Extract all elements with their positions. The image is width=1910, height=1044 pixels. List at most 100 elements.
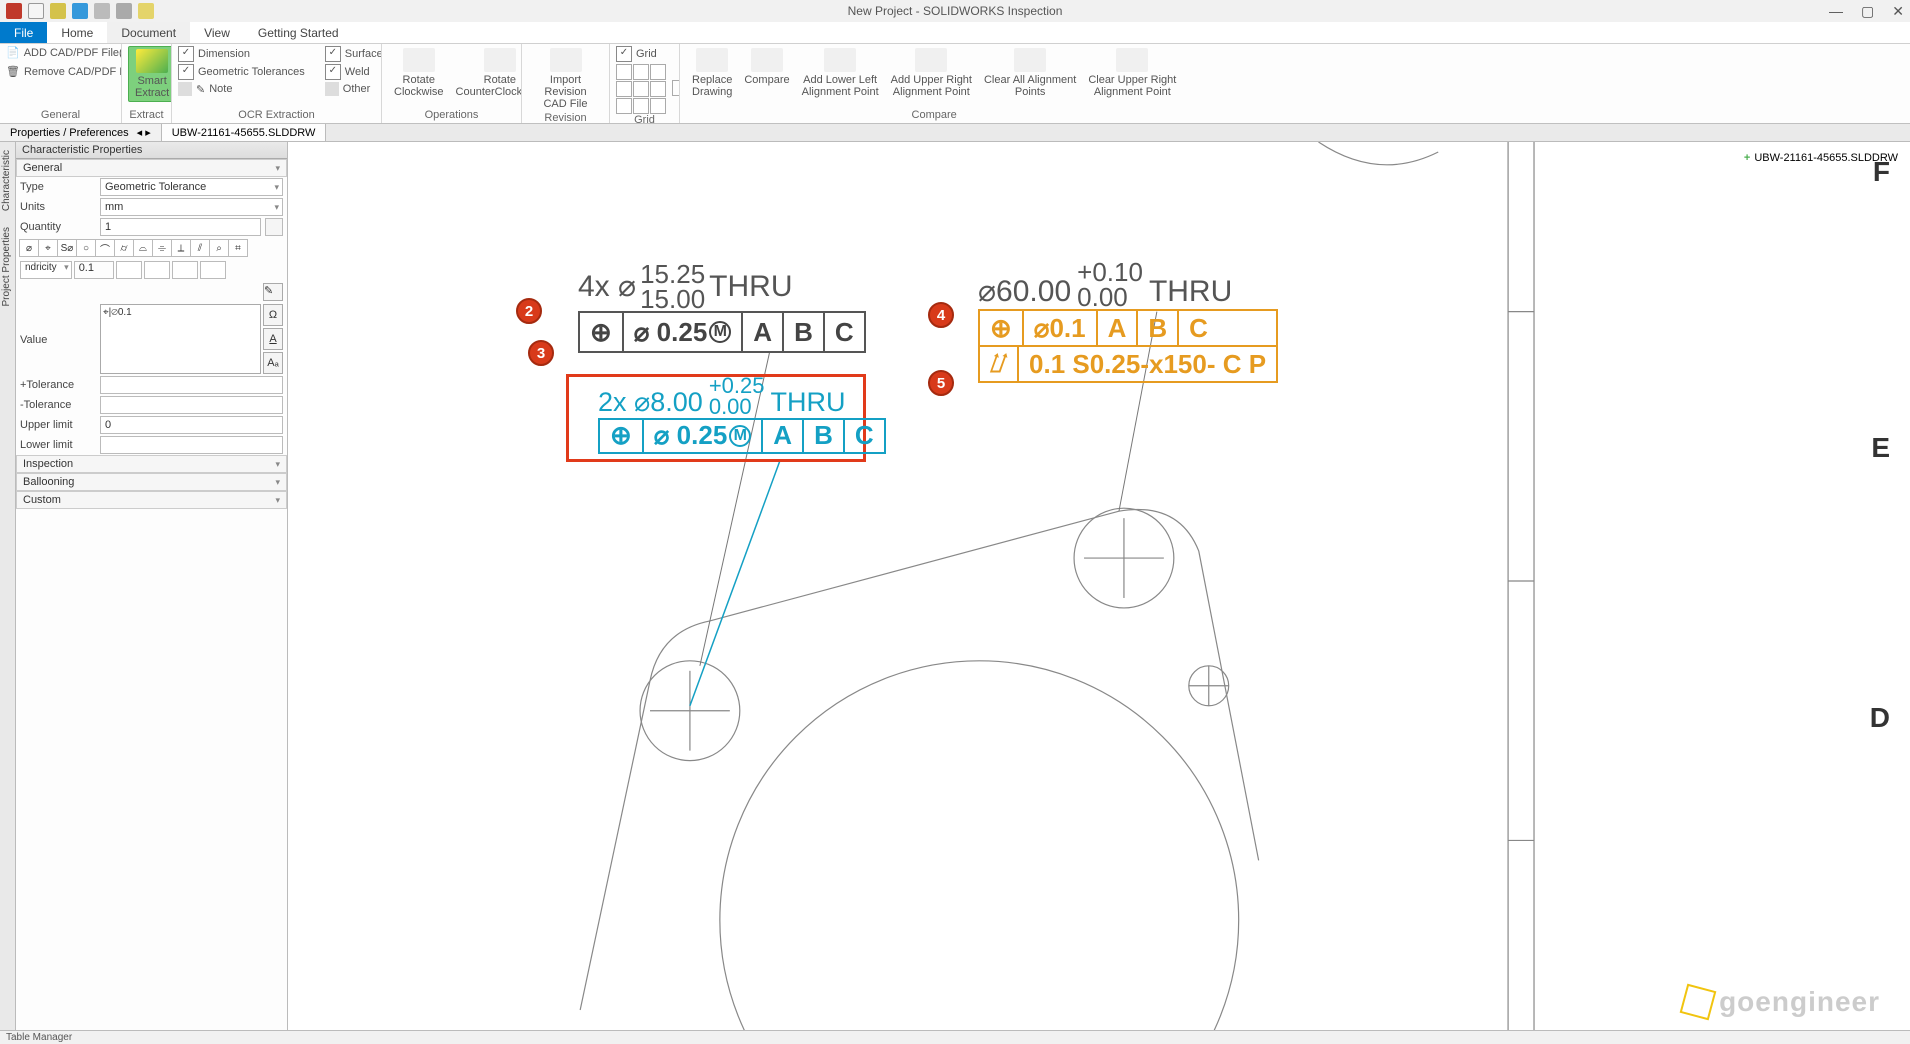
geom-tol-button[interactable]: Geometric Tolerances (178, 64, 305, 80)
field-quantity[interactable]: 1 (100, 218, 261, 236)
smart-extract-button[interactable]: SmartExtract (128, 46, 172, 102)
tab-home[interactable]: Home (47, 22, 107, 43)
field-lower[interactable] (100, 436, 283, 454)
maximize-button[interactable]: ▢ (1861, 3, 1874, 20)
qat-icon[interactable] (50, 3, 66, 19)
tol-box[interactable] (172, 261, 198, 279)
vtab-project-properties[interactable]: Project Properties (0, 219, 13, 314)
gdt-symbol[interactable]: ○ (76, 239, 96, 257)
field-type[interactable]: Geometric Tolerance (100, 178, 283, 196)
annotation-4x-thru[interactable]: 4x ⌀ 15.25 15.00 THRU ⊕ ⌀ 0.25M A B C (578, 262, 866, 353)
grid-dropdown[interactable] (672, 80, 680, 96)
clear-all-button[interactable]: Clear All AlignmentPoints (978, 46, 1082, 100)
position-icon: ⊕ (600, 420, 644, 452)
fcf-3b[interactable]: ⌰ 0.1 S0.25-x150- C P (978, 345, 1278, 383)
group-label-grid: Grid (616, 114, 673, 123)
qat-icon[interactable] (6, 3, 22, 19)
rotate-ccw-button[interactable]: RotateCounterClockwise (450, 46, 522, 100)
annotation-60-thru[interactable]: ⌀60.00 +0.10 0.00 THRU ⊕ ⌀0.1 A B C ⌰ 0.… (978, 260, 1278, 383)
value-textarea[interactable]: ⌖|⌀0.1 (100, 304, 261, 374)
tol-value-field[interactable]: 0.1 (74, 261, 114, 279)
vtab-characteristic[interactable]: Characteristic (0, 142, 13, 219)
drawing-canvas[interactable]: UBW-21161-45655.SLDDRW F E D 4x ⌀ 15.25 … (288, 142, 1910, 1030)
grid-cells-icon[interactable] (616, 64, 666, 114)
minimize-button[interactable]: — (1829, 3, 1843, 20)
balloon-3[interactable]: 3 (528, 340, 554, 366)
quantity-icon-button[interactable] (265, 218, 283, 236)
add-cad-pdf-button[interactable]: 📄 ADD CAD/PDF File(s) (6, 46, 122, 59)
fcf-2[interactable]: ⊕ ⌀ 0.25M A B C (598, 418, 886, 454)
balloon-5[interactable]: 5 (928, 370, 954, 396)
field-mtol[interactable] (100, 396, 283, 414)
qat-icon[interactable] (116, 3, 132, 19)
tab-view[interactable]: View (190, 22, 244, 43)
surface-finish-button[interactable]: Surface Finish (325, 46, 382, 62)
section-inspection[interactable]: Inspection (16, 455, 287, 473)
gdt-symbol[interactable]: ⌯ (152, 239, 172, 257)
qat-icon[interactable] (138, 3, 154, 19)
add-lower-left-button[interactable]: Add Lower LeftAlignment Point (796, 46, 885, 100)
ribbon: 📄 ADD CAD/PDF File(s) 🗑 Remove CAD/PDF F… (0, 44, 1910, 124)
add-upper-right-button[interactable]: Add Upper RightAlignment Point (885, 46, 978, 100)
fcf-1[interactable]: ⊕ ⌀ 0.25M A B C (578, 311, 866, 353)
section-custom[interactable]: Custom (16, 491, 287, 509)
annot3-ptol: +0.10 (1077, 260, 1143, 285)
field-units[interactable]: mm (100, 198, 283, 216)
compare-button[interactable]: Compare (738, 46, 795, 88)
doctab-properties[interactable]: Properties / Preferences◂ ▸ (0, 124, 162, 141)
position-icon: ⊕ (580, 313, 624, 351)
balloon-2[interactable]: 2 (516, 298, 542, 324)
grid-toggle[interactable]: Grid (616, 46, 657, 62)
gdt-symbol[interactable]: ⌕ (209, 239, 229, 257)
dimension-button[interactable]: Dimension (178, 46, 305, 62)
format-aa-button[interactable]: Aₐ (263, 352, 283, 374)
qat-icon[interactable] (72, 3, 88, 19)
gdt-symbol[interactable]: ⌒ (95, 239, 115, 257)
gdt-symbol[interactable]: ⟂ (171, 239, 191, 257)
close-button[interactable]: ✕ (1892, 3, 1904, 20)
fcf1-tol: ⌀ 0.25 (634, 317, 707, 348)
omega-button[interactable]: Ω (263, 304, 283, 326)
remove-cad-pdf-button[interactable]: 🗑 Remove CAD/PDF File (6, 65, 122, 78)
gdt-symbol[interactable]: ⌀ (19, 239, 39, 257)
field-upper[interactable]: 0 (100, 416, 283, 434)
other-button[interactable]: Other (325, 82, 382, 96)
rotate-cw-button[interactable]: RotateClockwise (388, 46, 450, 100)
properties-panel: Characteristic Properties General TypeGe… (16, 142, 288, 1030)
field-ptol[interactable] (100, 376, 283, 394)
doctab-drawing[interactable]: UBW-21161-45655.SLDDRW (162, 124, 327, 141)
gdt-symbol[interactable]: ⌗ (228, 239, 248, 257)
gdt-symbol[interactable]: ⌓ (133, 239, 153, 257)
note-button[interactable]: ✎ Note (178, 82, 305, 96)
gdt-symbol[interactable]: ⌖ (38, 239, 58, 257)
fcf3-datum-c: C (1179, 311, 1218, 345)
fcf-3a[interactable]: ⊕ ⌀0.1 A B C (978, 309, 1278, 347)
zone-e: E (1871, 432, 1890, 464)
gdt-symbol[interactable]: ⌭ (114, 239, 134, 257)
condition-select[interactable]: ndricity (20, 261, 72, 279)
qat-icon[interactable] (28, 3, 44, 19)
replace-drawing-button[interactable]: ReplaceDrawing (686, 46, 738, 100)
tol-box[interactable] (144, 261, 170, 279)
balloon-4[interactable]: 4 (928, 302, 954, 328)
quick-access-toolbar (0, 3, 154, 19)
tab-document[interactable]: Document (107, 22, 190, 43)
qat-icon[interactable] (94, 3, 110, 19)
import-revision-button[interactable]: Import RevisionCAD File (528, 46, 603, 112)
watermark: goengineer (1683, 986, 1880, 1018)
tol-box[interactable] (116, 261, 142, 279)
section-ballooning[interactable]: Ballooning (16, 473, 287, 491)
annotation-2x-thru-selected[interactable]: 2x ⌀8.00 +0.25 0.00 THRU ⊕ ⌀ 0.25M A B C (598, 376, 886, 454)
weld-button[interactable]: Weld (325, 64, 382, 80)
section-general[interactable]: General (16, 159, 287, 177)
tab-file[interactable]: File (0, 22, 47, 43)
tol-box[interactable] (200, 261, 226, 279)
gdt-symbol[interactable]: S⌀ (57, 239, 77, 257)
clear-upper-right-button[interactable]: Clear Upper RightAlignment Point (1082, 46, 1182, 100)
font-a-button[interactable]: A (263, 328, 283, 350)
gdt-symbol[interactable]: ⫽ (190, 239, 210, 257)
fcf2-tol: ⌀ 0.25 (654, 420, 727, 451)
tab-getting-started[interactable]: Getting Started (244, 22, 353, 43)
edit-icon-button[interactable]: ✎ (263, 283, 283, 301)
label-units: Units (20, 201, 96, 213)
